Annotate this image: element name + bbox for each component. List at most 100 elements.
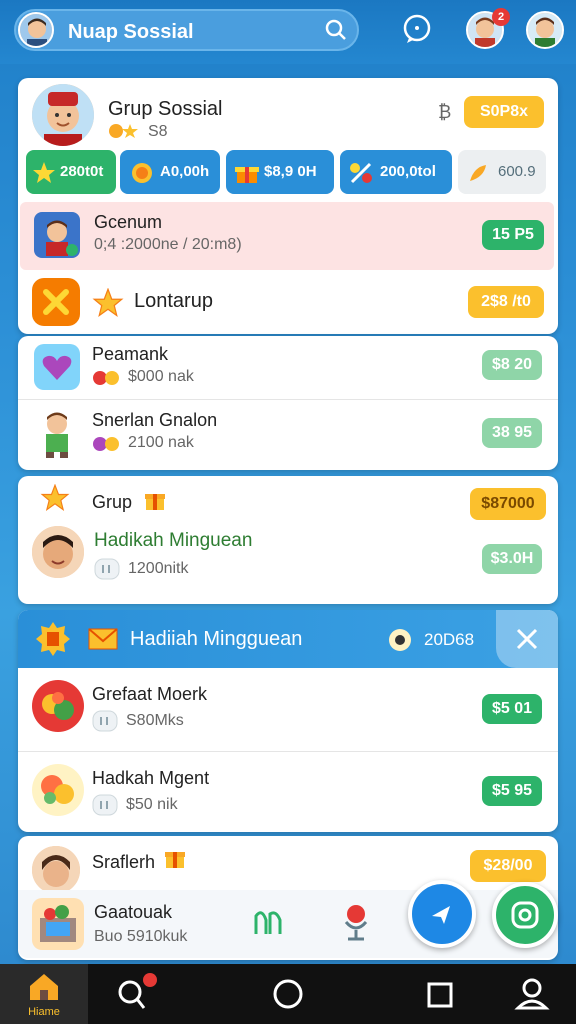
square-icon <box>427 982 453 1008</box>
gift-icon <box>234 159 260 203</box>
stat-badge[interactable]: 600.9 <box>458 150 546 194</box>
list-item-title: Peamank <box>92 344 169 364</box>
toggle-icon <box>92 794 118 821</box>
close-icon[interactable] <box>496 610 558 668</box>
search-icon[interactable] <box>325 19 347 46</box>
person-avatar <box>30 844 82 896</box>
stat-gifts[interactable]: $8,9 0H <box>226 150 334 194</box>
circle-icon <box>273 979 303 1009</box>
list-item[interactable]: Snerlan Gnalon 2100 nak 38 95 <box>18 400 558 470</box>
profile-avatar[interactable] <box>18 12 54 48</box>
stat-stars[interactable]: 280t0t <box>26 150 116 194</box>
person-title: Hadikah Minguean <box>94 530 253 551</box>
toggle-icon <box>94 558 120 585</box>
home-icon <box>30 974 58 1000</box>
list-item[interactable]: Peamank $000 nak $8 20 <box>18 336 558 400</box>
fruit-icon <box>32 764 84 816</box>
coin-icon <box>92 436 124 457</box>
character-icon <box>34 408 80 458</box>
candy-icon <box>32 680 84 732</box>
lontarup-row[interactable]: Lontarup 2$8 /t0 <box>18 274 558 332</box>
mic-icon[interactable] <box>340 902 372 947</box>
gift-icon <box>144 490 166 517</box>
eye-icon <box>388 628 412 657</box>
chat-icon[interactable] <box>400 12 434 51</box>
nav-square[interactable] <box>396 964 484 1024</box>
grup-title: Grup <box>92 492 133 512</box>
list-item-value[interactable]: 38 95 <box>482 418 542 448</box>
camera-icon <box>511 901 539 929</box>
group-top-pill[interactable]: S0P8x <box>464 96 544 128</box>
list-item-title: Hadkah Mgent <box>92 768 210 788</box>
basket-icon <box>32 898 84 950</box>
toggle-icon <box>92 710 118 737</box>
notification-badge: 2 <box>492 8 510 26</box>
search-bar[interactable]: Nuap Sossial <box>14 9 359 51</box>
star-icon <box>92 287 124 323</box>
list-card: Peamank $000 nak $8 20 Snerlan Gnalon 21… <box>18 336 558 470</box>
user-avatar[interactable] <box>526 11 564 49</box>
list-item-sub: $50 nik <box>126 796 178 813</box>
nav-home[interactable]: Hiame <box>0 964 88 1024</box>
list-item-title: Snerlan Gnalon <box>92 410 218 430</box>
stat-points[interactable]: 200,0tol <box>340 150 452 194</box>
pinned-sub: 0;4 :2000ne / 20:m8) <box>94 236 242 253</box>
rocket-icon <box>466 159 490 203</box>
list-item-value[interactable]: $8 20 <box>482 350 542 380</box>
send-button[interactable] <box>408 880 476 948</box>
grup-card: Grup $87000 Hadikah Minguean 1200nitk $3… <box>18 476 558 604</box>
list-item-title: Grefaat Moerk <box>92 684 208 704</box>
person-value[interactable]: $3.0H <box>482 544 542 574</box>
currency-icon: ₿ <box>438 102 452 122</box>
profile-icon <box>514 978 550 1010</box>
search-icon <box>118 973 157 1009</box>
group-card: Grup Sossial S8 ₿ S0P8x 280t0t A0,00h $8… <box>18 78 558 334</box>
weekly-header[interactable]: Hadiiah Mingguean 20D68 <box>18 610 558 668</box>
plane-icon <box>432 906 450 924</box>
group-sub: S8 <box>148 123 168 140</box>
grup-value[interactable]: $87000 <box>470 488 546 520</box>
coin-icon <box>130 159 154 203</box>
heart-icon <box>34 344 80 390</box>
pinned-value[interactable]: 15 P5 <box>482 220 544 250</box>
nav-home-label: Hiame <box>28 1006 60 1018</box>
close-x-icon <box>32 278 80 326</box>
person-sub: 1200nitk <box>128 560 189 577</box>
gift-icon <box>164 848 186 875</box>
list-item-sub: S80Mks <box>126 712 184 729</box>
nav-circle[interactable] <box>244 964 332 1024</box>
group-title: Grup Sossial <box>108 98 223 120</box>
lontarup-title: Lontarup <box>134 290 213 312</box>
group-avatar <box>30 82 96 148</box>
percent-icon <box>348 159 374 203</box>
chart-icon[interactable] <box>252 906 284 943</box>
list-item-sub: $000 nak <box>128 368 194 385</box>
list-item-value[interactable]: $5 95 <box>482 776 542 806</box>
stat-coins[interactable]: A0,00h <box>120 150 220 194</box>
mail-icon <box>88 626 118 657</box>
list-item[interactable]: Grefaat Moerk S80Mks $5 01 <box>18 668 558 752</box>
action-title: Gaatouak <box>94 902 173 922</box>
list-item-value[interactable]: $5 01 <box>482 694 542 724</box>
bottom-title: Sraflerh <box>92 852 156 872</box>
pinned-row[interactable]: Gcenum 0;4 :2000ne / 20:m8) 15 P5 <box>20 202 554 270</box>
weekly-value: 20D68 <box>424 630 475 649</box>
coin-icon <box>108 122 144 145</box>
nav-search[interactable] <box>88 964 176 1024</box>
camera-button[interactable] <box>492 882 558 948</box>
weekly-title: Hadiiah Mingguean <box>130 628 303 650</box>
bottom-value[interactable]: $28/00 <box>470 850 546 882</box>
nav-profile[interactable] <box>488 964 576 1024</box>
list-item-sub: 2100 nak <box>128 434 194 451</box>
game-icon <box>34 212 80 258</box>
star-icon <box>40 483 70 517</box>
pinned-title: Gcenum <box>94 212 163 232</box>
badge-icon <box>34 620 72 663</box>
person-avatar <box>30 524 86 580</box>
app-title: Nuap Sossial <box>68 21 194 43</box>
action-sub: Buo 5910kuk <box>94 928 188 945</box>
list-item[interactable]: Hadkah Mgent $50 nik $5 95 <box>18 752 558 832</box>
coin-icon <box>92 370 124 391</box>
lontarup-value[interactable]: 2$8 /t0 <box>468 286 544 318</box>
action-bar: Gaatouak Buo 5910kuk <box>18 890 558 958</box>
